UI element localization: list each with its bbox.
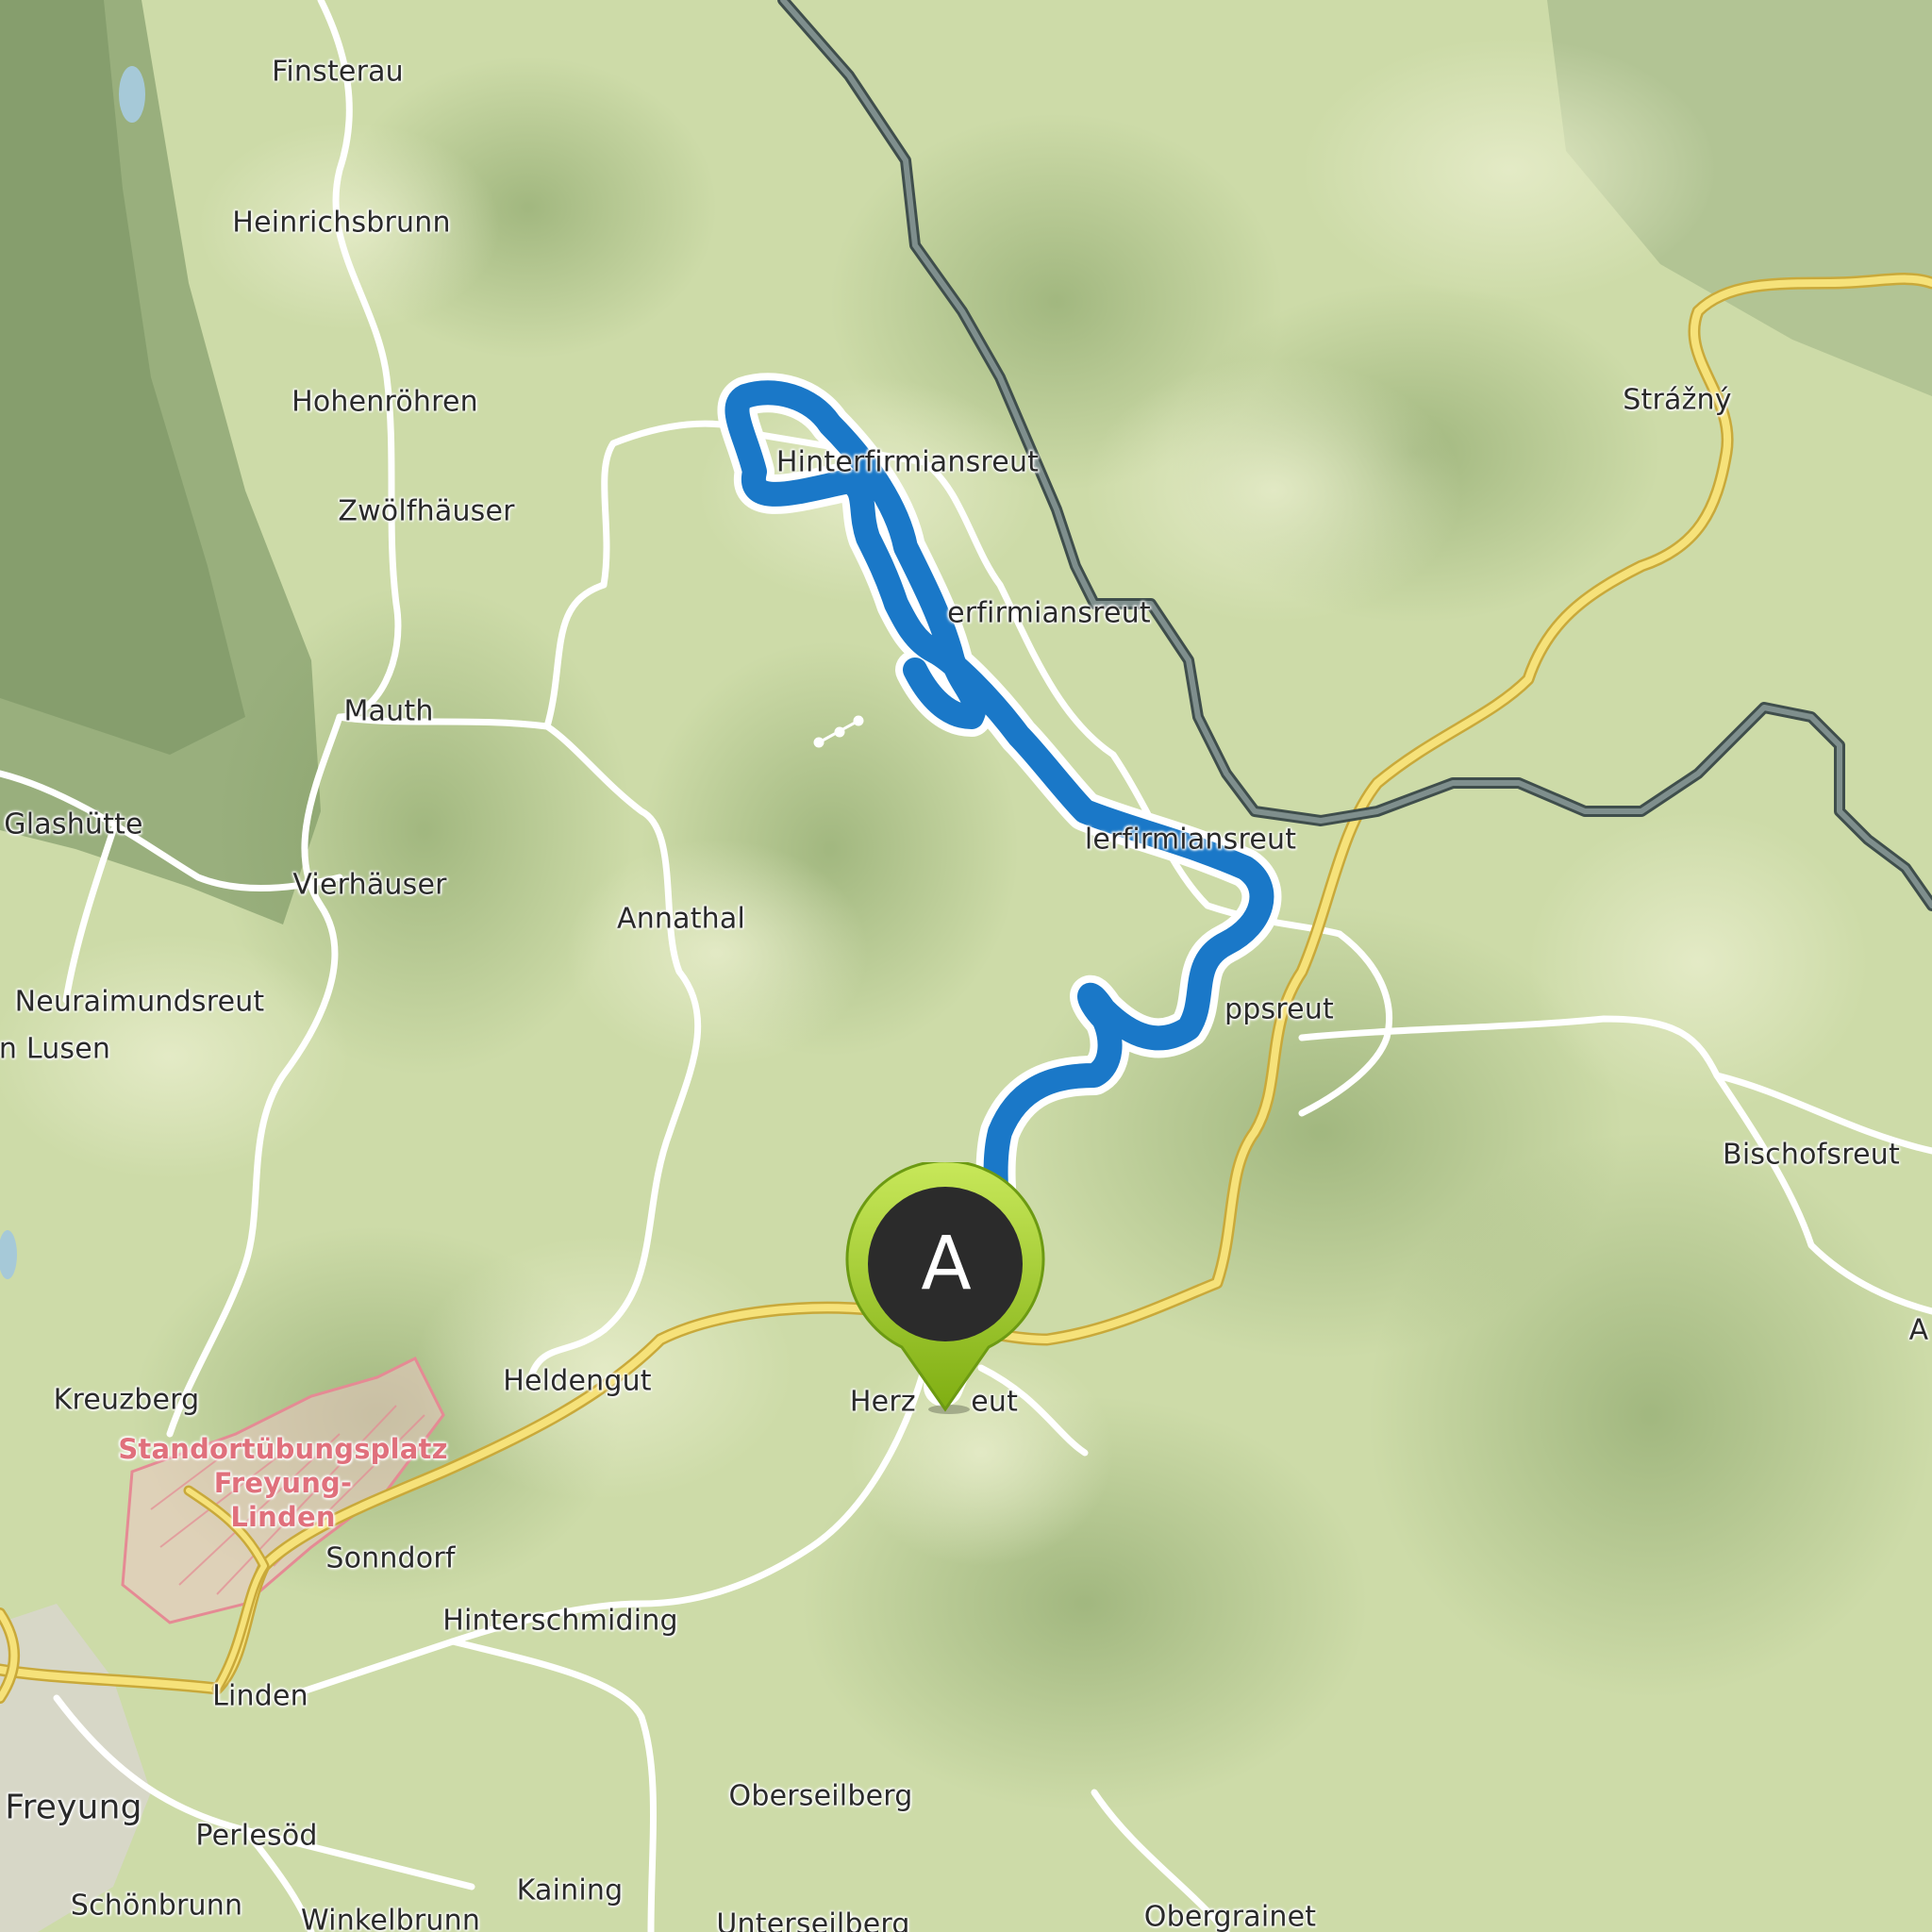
place-label-mauth: Mauth — [343, 694, 434, 728]
place-label-hinterfirmiansreut: Hinterfirmiansreut — [775, 445, 1040, 479]
place-label-edge-a: A — [1908, 1313, 1929, 1347]
place-label-strazny: Strážný — [1623, 383, 1732, 417]
place-label-heldengut: Heldengut — [503, 1364, 652, 1398]
place-label-philippsreut: ppsreut — [1224, 992, 1335, 1026]
place-label-freyung: Freyung — [5, 1788, 142, 1827]
lake — [119, 66, 145, 123]
place-label-hinterschmiding: Hinterschmiding — [442, 1604, 678, 1638]
place-label-lusen: n Lusen — [0, 1032, 111, 1066]
place-label-annathal: Annathal — [616, 902, 746, 936]
place-label-sonndorf: Sonndorf — [325, 1541, 456, 1575]
place-label-zwoelfhaeuser: Zwölfhäuser — [338, 494, 515, 528]
place-label-heinrichsbrunn: Heinrichsbrunn — [232, 206, 451, 240]
place-label-finsterau: Finsterau — [272, 55, 404, 89]
place-label-hohenroehren: Hohenröhren — [291, 385, 478, 419]
place-label-vierhaeuser: Vierhäuser — [292, 868, 447, 902]
map-canvas[interactable]: Finsterau Heinrichsbrunn Hohenröhren Zwö… — [0, 0, 1932, 1932]
military-area-label-line3: Linden — [230, 1501, 336, 1533]
start-marker-letter: A — [921, 1222, 972, 1307]
place-label-kaining: Kaining — [516, 1874, 624, 1907]
place-label-bischofsreut: Bischofsreut — [1723, 1138, 1900, 1172]
place-label-unterseilberg: Unterseilberg — [716, 1907, 910, 1932]
place-label-vorderfirmiansreut: lerfirmiansreut — [1084, 823, 1297, 857]
place-label-perlesoed: Perlesöd — [195, 1819, 318, 1853]
military-area-label-line1: Standortübungsplatz — [118, 1433, 448, 1465]
place-label-kreuzberg: Kreuzberg — [53, 1383, 200, 1417]
military-area-label: Standortübungsplatz Freyung- Linden — [118, 1432, 447, 1534]
place-label-glashuette: Glashütte — [4, 808, 143, 841]
place-label-schoenbrunn: Schönbrunn — [70, 1889, 243, 1923]
military-area-label-line2: Freyung- — [213, 1467, 353, 1499]
place-label-mitterfirmiansreut: erfirmiansreut — [947, 596, 1151, 630]
map-base-layer — [0, 0, 1932, 1932]
place-label-oberseilberg: Oberseilberg — [728, 1779, 913, 1813]
place-label-linden: Linden — [212, 1679, 308, 1713]
place-label-winkelbrunn: Winkelbrunn — [300, 1904, 481, 1932]
place-label-obergrainet: Obergrainet — [1143, 1900, 1317, 1932]
place-label-neuraimundsreut: Neuraimundsreut — [14, 985, 265, 1019]
